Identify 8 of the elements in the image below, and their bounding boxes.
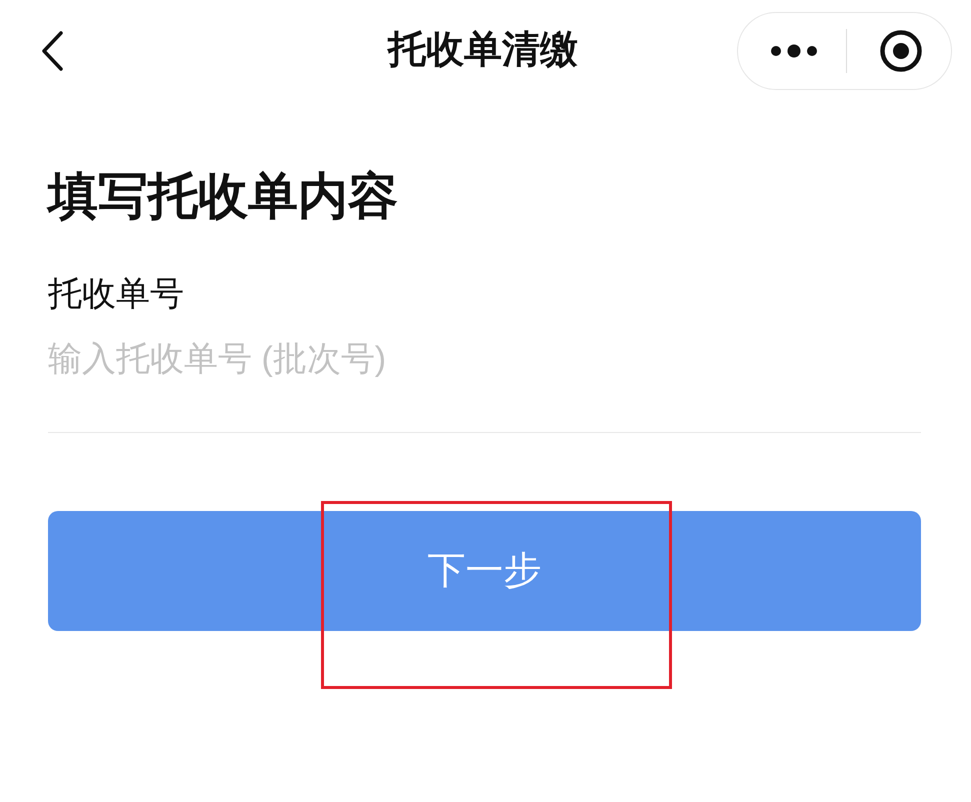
page-title: 托收单清缴 <box>386 28 579 73</box>
next-button[interactable]: 下一步 <box>48 511 921 631</box>
target-icon[interactable] <box>879 29 923 73</box>
input-field[interactable]: 输入托收单号 (批次号) <box>48 334 921 384</box>
more-icon[interactable] <box>770 44 818 58</box>
section-heading: 填写托收单内容 <box>48 167 399 226</box>
field-label: 托收单号 <box>48 274 185 315</box>
back-icon[interactable] <box>40 30 64 72</box>
